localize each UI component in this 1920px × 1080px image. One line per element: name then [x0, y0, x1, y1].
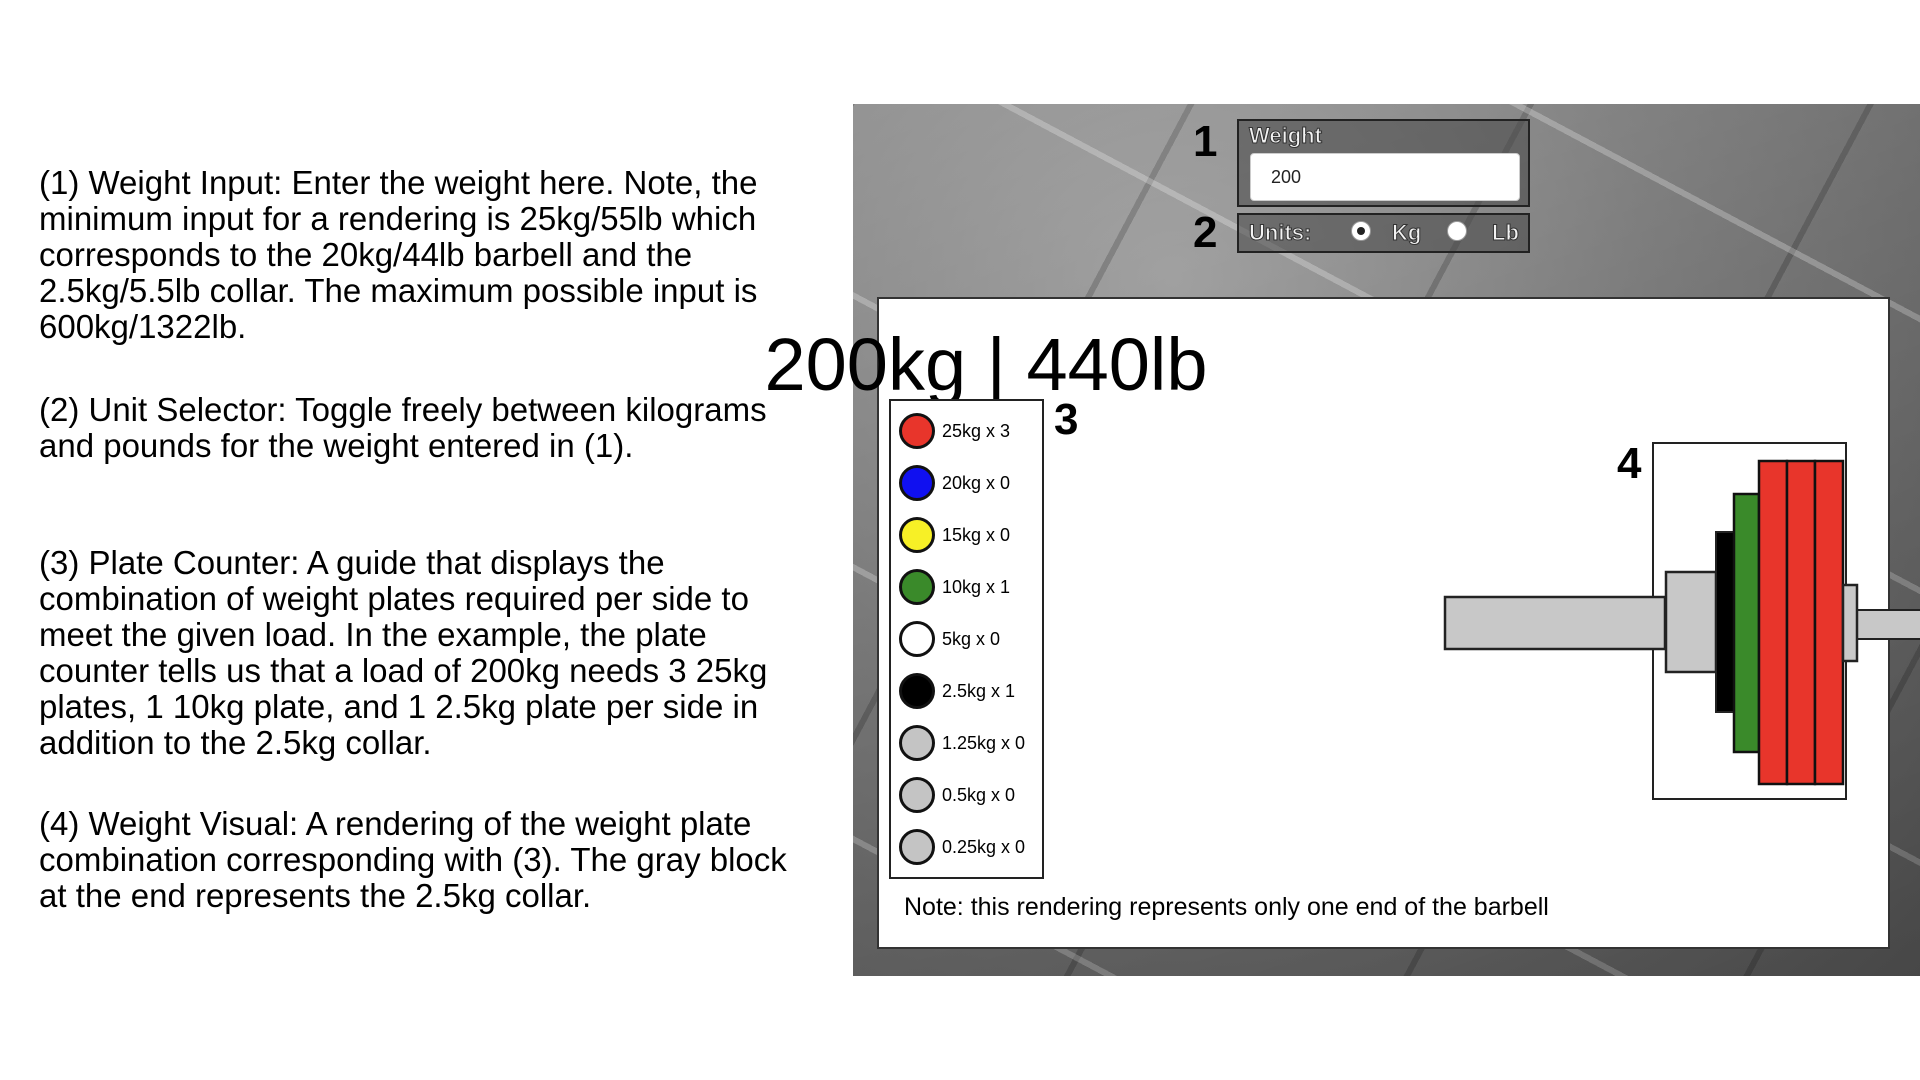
rendering-note: Note: this rendering represents only one…: [904, 893, 1549, 921]
barbell-rendering: [1443, 459, 1920, 786]
plate-counter-description: (3) Plate Counter: A guide that displays…: [39, 544, 768, 761]
weight-visual-description: (4) Weight Visual: A rendering of the we…: [39, 805, 787, 914]
plate-25kg-2: [1785, 459, 1817, 786]
collar-2-5kg: [1841, 583, 1859, 663]
callout-2: 2: [1193, 208, 1218, 257]
lb-radio[interactable]: [1447, 221, 1467, 241]
barbell-inner-collar: [1664, 570, 1718, 674]
weight-label: Weight: [1249, 123, 1323, 149]
weight-input-description: (1) Weight Input: Enter the weight here.…: [39, 164, 758, 345]
plate-25kg-3: [1813, 459, 1845, 786]
unit-selector-description: (2) Unit Selector: Toggle freely between…: [39, 391, 767, 464]
kg-radio[interactable]: [1351, 221, 1371, 241]
unit-selector: Units: Kg Lb: [1237, 213, 1530, 253]
weight-input[interactable]: [1250, 153, 1520, 201]
kg-option-label: Kg: [1391, 220, 1422, 246]
lb-option-label: Lb: [1492, 220, 1520, 246]
units-label: Units:: [1248, 220, 1312, 246]
plate-25kg-1: [1757, 459, 1789, 786]
barbell-sleeve: [1443, 595, 1667, 651]
plate-10kg: [1732, 492, 1761, 754]
callout-1: 1: [1193, 117, 1218, 166]
plate-2-5kg: [1715, 531, 1735, 713]
weight-input-panel: Weight: [1237, 119, 1530, 207]
